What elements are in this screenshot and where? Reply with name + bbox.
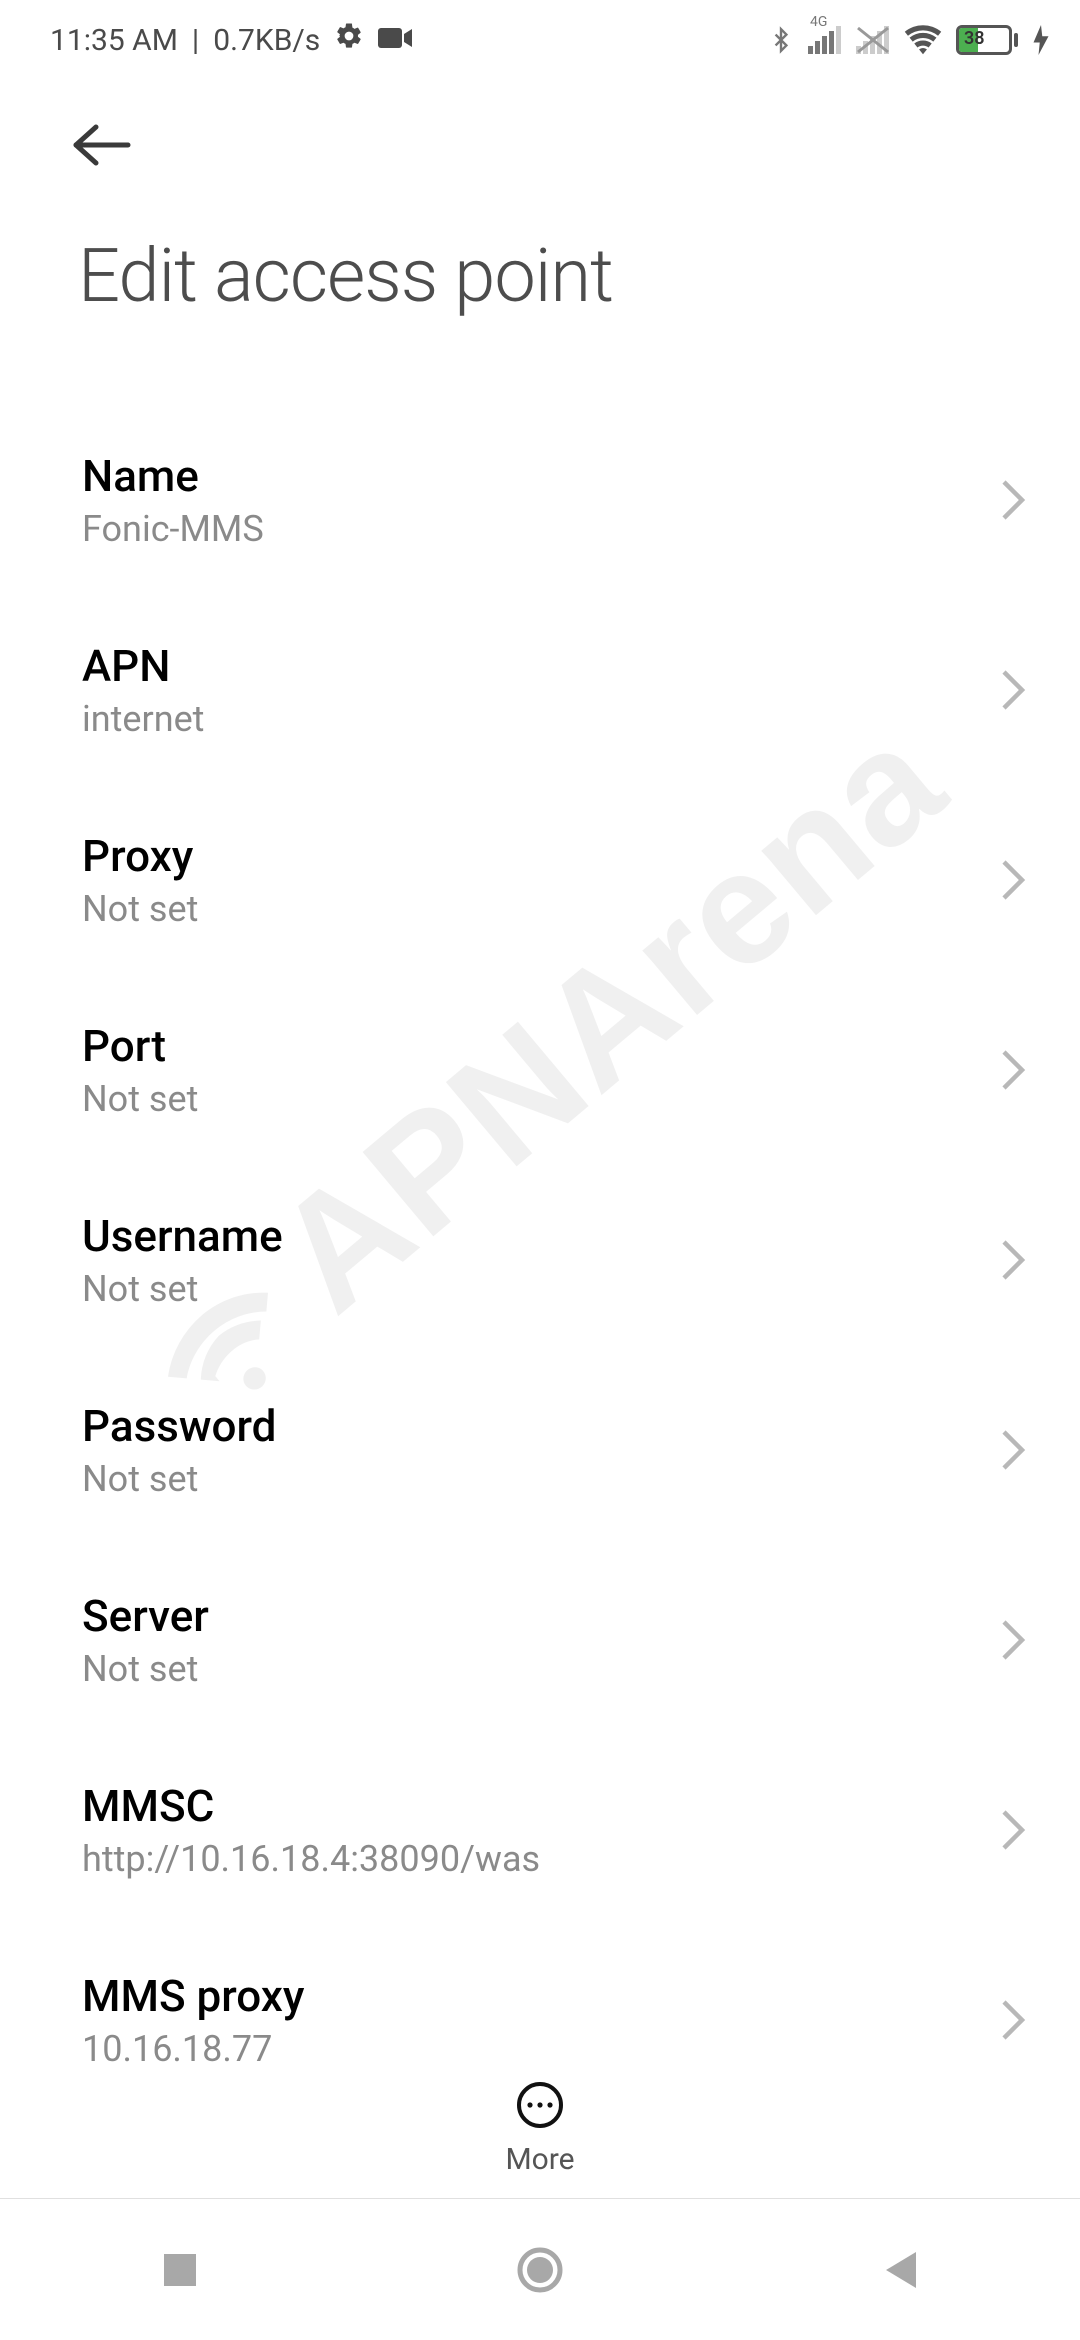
row-label: MMSC xyxy=(82,1780,540,1832)
row-value: Not set xyxy=(82,1268,283,1310)
settings-list: Name Fonic-MMS APN internet Proxy Not se… xyxy=(82,405,1026,2064)
nav-back-button[interactable] xyxy=(810,2248,990,2292)
page-title: Edit access point xyxy=(78,233,613,320)
apn-apn-row[interactable]: APN internet xyxy=(82,595,1026,785)
chevron-right-icon xyxy=(1000,1239,1026,1281)
row-label: Password xyxy=(82,1400,276,1452)
chevron-right-icon xyxy=(1000,1619,1026,1661)
chevron-right-icon xyxy=(1000,479,1026,521)
gear-icon xyxy=(334,21,364,59)
row-value: Not set xyxy=(82,1648,209,1690)
signal-sim2-icon xyxy=(856,26,890,54)
more-label: More xyxy=(505,2142,574,2177)
row-label: Server xyxy=(82,1590,209,1642)
row-label: MMS proxy xyxy=(82,1970,304,2022)
row-value: Not set xyxy=(82,888,198,930)
chevron-right-icon xyxy=(1000,1049,1026,1091)
signal-sim1-icon: 4G xyxy=(808,26,842,54)
charging-icon xyxy=(1032,25,1050,55)
apn-mmsc-row[interactable]: MMSC http://10.16.18.4:38090/was xyxy=(82,1735,1026,1925)
apn-mms-proxy-row[interactable]: MMS proxy 10.16.18.77 xyxy=(82,1925,1026,2064)
status-sep: | xyxy=(192,23,199,58)
apn-server-row[interactable]: Server Not set xyxy=(82,1545,1026,1735)
row-value: Not set xyxy=(82,1458,276,1500)
chevron-right-icon xyxy=(1000,859,1026,901)
row-value: internet xyxy=(82,698,204,740)
apn-proxy-row[interactable]: Proxy Not set xyxy=(82,785,1026,975)
row-value: http://10.16.18.4:38090/was xyxy=(82,1838,540,1880)
battery-icon: 38 xyxy=(956,25,1018,55)
bottom-toolbar: More xyxy=(0,2058,1080,2198)
nav-home-button[interactable] xyxy=(450,2245,630,2295)
row-label: Port xyxy=(82,1020,198,1072)
camera-icon xyxy=(378,23,412,58)
system-nav-bar xyxy=(0,2198,1080,2340)
bluetooth-icon xyxy=(768,23,794,57)
more-icon xyxy=(515,2080,565,2134)
row-label: Name xyxy=(82,450,264,502)
apn-password-row[interactable]: Password Not set xyxy=(82,1355,1026,1545)
back-button[interactable] xyxy=(70,120,134,174)
status-time: 11:35 AM xyxy=(50,23,178,58)
row-label: Proxy xyxy=(82,830,198,882)
apn-port-row[interactable]: Port Not set xyxy=(82,975,1026,1165)
nav-recent-button[interactable] xyxy=(90,2250,270,2290)
status-net-speed: 0.7KB/s xyxy=(213,23,320,58)
more-button[interactable]: More xyxy=(505,2080,574,2177)
status-right: 4G 38 xyxy=(768,23,1050,57)
chevron-right-icon xyxy=(1000,1809,1026,1851)
row-value: Fonic-MMS xyxy=(82,508,264,550)
chevron-right-icon xyxy=(1000,1999,1026,2041)
chevron-right-icon xyxy=(1000,669,1026,711)
row-value: Not set xyxy=(82,1078,198,1120)
status-left: 11:35 AM | 0.7KB/s xyxy=(50,21,412,59)
row-label: APN xyxy=(82,640,204,692)
apn-username-row[interactable]: Username Not set xyxy=(82,1165,1026,1355)
status-bar: 11:35 AM | 0.7KB/s 4G 38 xyxy=(0,0,1080,80)
chevron-right-icon xyxy=(1000,1429,1026,1471)
wifi-icon xyxy=(904,25,942,55)
apn-name-row[interactable]: Name Fonic-MMS xyxy=(82,405,1026,595)
row-label: Username xyxy=(82,1210,283,1262)
